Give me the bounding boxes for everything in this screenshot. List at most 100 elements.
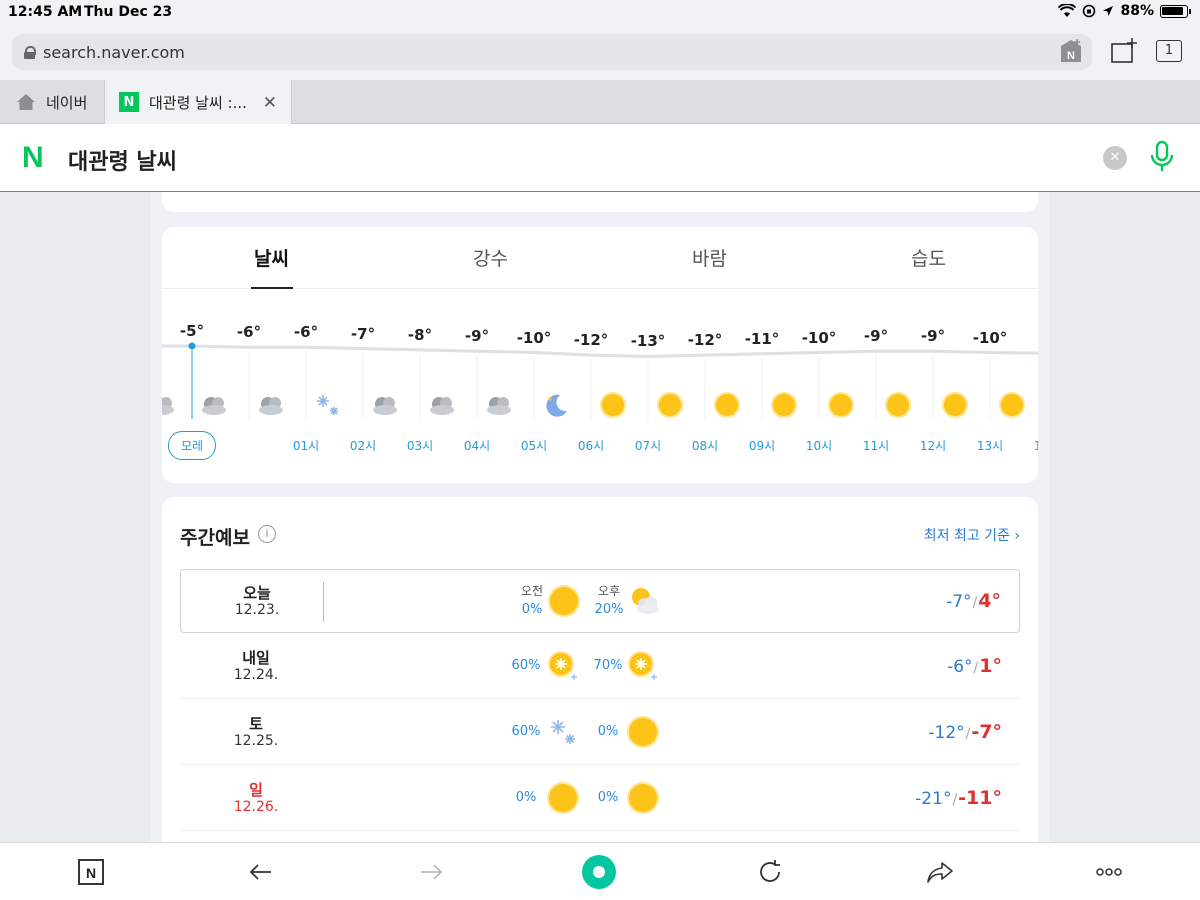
weekly-day-row[interactable]: 일 12.26. 0% 0% -21°/-11° bbox=[180, 767, 1020, 831]
sun-icon bbox=[711, 389, 743, 421]
min-temp: -12° bbox=[928, 723, 965, 743]
hour-label: 09시 bbox=[748, 439, 776, 453]
cloud-icon bbox=[162, 389, 178, 421]
clear-search-icon[interactable]: ✕ bbox=[1103, 146, 1127, 170]
previous-card bbox=[162, 192, 1038, 212]
day-name: 오늘 bbox=[243, 584, 271, 602]
weekly-day-row[interactable]: 내일 12.24. 60% 70% -6°/1° bbox=[180, 635, 1020, 699]
am-precip: 60% bbox=[511, 724, 541, 739]
hour-label: 08시 bbox=[691, 439, 719, 453]
tab-weather-main[interactable]: 날씨 bbox=[162, 227, 381, 288]
tab-precipitation[interactable]: 강수 bbox=[381, 227, 600, 288]
hour-temp-label: -8° bbox=[407, 325, 433, 344]
hour-temp-label: -12° bbox=[573, 331, 609, 350]
sun-icon bbox=[597, 389, 629, 421]
hour-temp-label: -11° bbox=[744, 329, 780, 348]
close-icon[interactable]: ✕ bbox=[263, 93, 277, 113]
naver-logo[interactable]: N bbox=[22, 141, 44, 175]
moon-icon bbox=[540, 389, 572, 421]
cloud-icon bbox=[483, 389, 515, 421]
tab-weather-label: 대관령 날씨 :... bbox=[149, 93, 247, 112]
row-divider bbox=[323, 582, 324, 622]
tab-wind[interactable]: 바람 bbox=[600, 227, 819, 288]
tab-weather[interactable]: N 대관령 날씨 :... ✕ bbox=[104, 80, 292, 124]
add-bookmark-icon[interactable]: N bbox=[1058, 38, 1084, 64]
day-date: 12.24. bbox=[233, 667, 279, 683]
current-hour-marker bbox=[188, 342, 196, 350]
new-tab-icon[interactable] bbox=[1110, 36, 1138, 64]
cloud-icon bbox=[369, 389, 401, 421]
day-after-tomorrow-pill[interactable]: 모레 bbox=[167, 431, 217, 460]
day-temps: -6°/1° bbox=[947, 655, 1002, 677]
sun-icon bbox=[654, 389, 686, 421]
content-area: 날씨 강수 바람 습도 -5° -6° -6° -7° -8° -9° -10° -12° -1… bbox=[150, 192, 1050, 842]
address-row: search.naver.com N 1 bbox=[0, 26, 1200, 80]
sort-link[interactable]: 최저 최고 기준 › bbox=[924, 525, 1020, 545]
status-bar: 12:45 AM Thu Dec 23 88% bbox=[0, 0, 1200, 26]
tab-home[interactable]: 네이버 bbox=[0, 80, 104, 124]
share-icon[interactable] bbox=[925, 857, 955, 887]
naver-home-icon[interactable]: N bbox=[76, 857, 106, 887]
weekly-day-row[interactable]: 오늘 12.23. 오전 오후 0% 20% -7°/4° bbox=[180, 569, 1020, 633]
search-header: N 대관령 날씨 ✕ bbox=[0, 124, 1200, 192]
day-name: 내일 bbox=[242, 649, 270, 667]
max-temp: -11° bbox=[958, 787, 1002, 809]
temp-slash: / bbox=[965, 726, 971, 742]
hour-temp-label: -12° bbox=[687, 331, 723, 350]
status-time: 12:45 AM bbox=[8, 4, 83, 20]
hour-temp-label: -10° bbox=[516, 328, 552, 347]
hourly-graph[interactable]: -5° -6° -6° -7° -8° -9° -10° -12° -13° -12° -11° -1… bbox=[162, 289, 1038, 483]
search-query[interactable]: 대관령 날씨 bbox=[68, 144, 177, 176]
sun-icon bbox=[546, 781, 580, 815]
hour-label: 03시 bbox=[406, 439, 434, 453]
refresh-icon[interactable] bbox=[755, 857, 785, 887]
more-icon[interactable] bbox=[1094, 857, 1124, 887]
cloud-icon bbox=[198, 389, 230, 421]
tab-humidity[interactable]: 습도 bbox=[819, 227, 1038, 288]
microphone-icon[interactable] bbox=[1148, 140, 1176, 176]
temp-slash: / bbox=[973, 660, 979, 676]
snow-icon bbox=[546, 715, 580, 749]
sun-icon bbox=[626, 781, 660, 815]
green-dot-icon[interactable] bbox=[580, 853, 618, 891]
min-temp: -6° bbox=[947, 657, 973, 677]
svg-text:N: N bbox=[1067, 50, 1075, 62]
naver-favicon-icon: N bbox=[119, 92, 139, 112]
weekly-forecast-card: 주간예보 i 최저 최고 기준 › 오늘 12.23. 오전 오후 0% 20% -7°/4… bbox=[162, 497, 1038, 842]
temp-slash: / bbox=[972, 595, 978, 611]
info-icon[interactable]: i bbox=[258, 525, 276, 543]
day-temps: -12°/-7° bbox=[928, 721, 1002, 743]
sun-snow-icon bbox=[546, 649, 580, 683]
cloud-icon bbox=[255, 389, 287, 421]
forward-icon[interactable] bbox=[416, 857, 446, 887]
weekly-title: 주간예보 bbox=[180, 527, 250, 549]
day-name: 토 bbox=[249, 715, 263, 733]
day-temps: -7°/4° bbox=[946, 590, 1001, 612]
min-temp: -7° bbox=[946, 592, 972, 612]
hour-label: 07시 bbox=[634, 439, 662, 453]
day-temps: -21°/-11° bbox=[915, 787, 1002, 809]
pm-precip: 0% bbox=[597, 724, 619, 739]
hour-label: 13시 bbox=[976, 439, 1004, 453]
hour-temp-label: -10° bbox=[972, 328, 1008, 347]
hour-temp-label: -6° bbox=[236, 323, 262, 342]
weekly-day-row[interactable]: 토 12.25. 60% 0% -12°/-7° bbox=[180, 701, 1020, 765]
am-precip: 0% bbox=[521, 602, 543, 617]
tab-bar: 네이버 N 대관령 날씨 :... ✕ bbox=[0, 80, 1200, 124]
hourly-weather-card: 날씨 강수 바람 습도 -5° -6° -6° -7° -8° -9° -10° -12° -1… bbox=[162, 227, 1038, 483]
hour-temp-label: -10° bbox=[801, 328, 837, 347]
tab-home-label: 네이버 bbox=[46, 93, 88, 112]
pm-label: 오후 bbox=[597, 584, 621, 598]
tabs-overview-icon[interactable]: 1 bbox=[1156, 40, 1182, 62]
location-icon bbox=[1103, 6, 1114, 16]
url-field[interactable]: search.naver.com bbox=[12, 34, 1092, 70]
max-temp: 1° bbox=[979, 655, 1002, 677]
hour-temp-label: -9° bbox=[920, 327, 946, 346]
day-date: 12.26. bbox=[233, 799, 279, 815]
home-icon bbox=[17, 94, 35, 110]
status-right: 88% bbox=[1058, 3, 1191, 19]
svg-text:N: N bbox=[86, 865, 96, 881]
back-icon[interactable] bbox=[246, 857, 276, 887]
hour-label: 10시 bbox=[805, 439, 833, 453]
min-temp: -21° bbox=[915, 789, 952, 809]
